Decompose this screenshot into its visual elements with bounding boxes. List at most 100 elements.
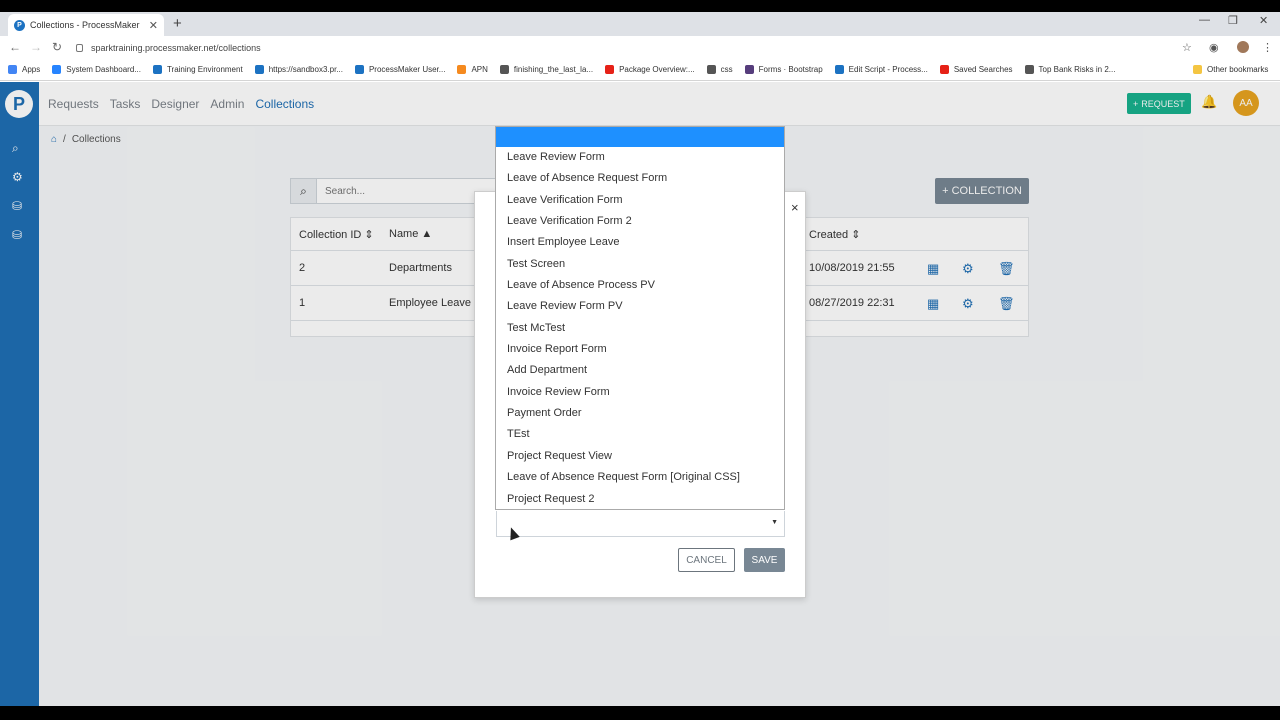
column-header-name[interactable]: Name ▲	[389, 228, 432, 240]
nav-admin[interactable]: Admin	[210, 97, 244, 111]
nav-collections[interactable]: Collections	[255, 97, 314, 111]
cancel-button[interactable]: CANCEL	[678, 548, 735, 572]
bookmark-item[interactable]: Saved Searches	[939, 65, 1013, 74]
close-tab-icon[interactable]: ✕	[149, 19, 158, 32]
bookmark-label: finishing_the_last_la...	[513, 65, 594, 74]
dropdown-option[interactable]: Test McTest	[496, 318, 784, 339]
bookmark-label: Forms · Bootstrap	[758, 65, 823, 74]
forward-icon[interactable]: →	[30, 40, 42, 54]
nav-requests[interactable]: Requests	[48, 97, 99, 111]
cell-id: 1	[299, 297, 306, 309]
search-input[interactable]	[317, 185, 487, 197]
trash-icon[interactable]: 🗑	[998, 296, 1015, 312]
other-bookmarks[interactable]: Other bookmarks	[1193, 65, 1268, 74]
minimize-icon[interactable]: —	[1199, 14, 1210, 26]
profile-icon[interactable]	[1237, 41, 1249, 53]
bookmark-favicon-icon	[254, 65, 264, 74]
tab-title: Collections - ProcessMaker	[30, 20, 140, 30]
bookmark-favicon-icon	[706, 65, 716, 74]
other-bookmarks-label: Other bookmarks	[1207, 65, 1269, 74]
view-records-icon[interactable]: ▦	[927, 296, 939, 312]
close-icon[interactable]: ×	[791, 200, 799, 215]
bookmark-item[interactable]: Top Bank Risks in 2...	[1024, 65, 1115, 74]
tab-strip: P Collections - ProcessMaker ✕ + — ❐ ✕	[0, 12, 1280, 36]
save-button[interactable]: SAVE	[744, 548, 785, 572]
bookmark-label: System Dashboard...	[66, 65, 141, 74]
bookmark-item[interactable]: https://sandbox3.pr...	[254, 65, 343, 74]
bookmark-label: Training Environment	[166, 65, 243, 74]
cell-created: 10/08/2019 21:55	[809, 262, 895, 274]
gear-icon[interactable]: ⚙	[962, 296, 974, 312]
folder-icon	[1193, 65, 1202, 74]
trash-icon[interactable]: 🗑	[998, 261, 1015, 277]
column-header-created[interactable]: Created ⇕	[809, 228, 860, 241]
extension-icon[interactable]: ◉	[1209, 41, 1219, 54]
bookmark-favicon-icon	[744, 65, 754, 74]
dropdown-option[interactable]: Payment Order	[496, 403, 784, 424]
dropdown-option[interactable]: Test Screen	[496, 254, 784, 275]
avatar[interactable]: AA	[1233, 90, 1259, 116]
browser-tab[interactable]: P Collections - ProcessMaker ✕	[8, 14, 164, 36]
home-icon[interactable]: ⌂	[51, 134, 57, 145]
dropdown-option[interactable]: Invoice Report Form	[496, 339, 784, 360]
dropdown-option[interactable]: Project Request View	[496, 446, 784, 467]
search-box: ⌕	[290, 178, 500, 204]
select-dropdown-list: Leave Review Form Leave of Absence Reques…	[495, 126, 785, 510]
bookmark-item[interactable]: Forms · Bootstrap	[744, 65, 823, 74]
database-icon[interactable]: ⛁	[12, 199, 22, 213]
nav-tasks[interactable]: Tasks	[110, 97, 141, 111]
gear-icon[interactable]: ⚙	[962, 261, 974, 277]
address-bar[interactable]: sparktraining.processmaker.net/collectio…	[76, 37, 1200, 58]
add-collection-button[interactable]: + COLLECTION	[935, 178, 1029, 204]
bookmark-item[interactable]: finishing_the_last_la...	[499, 65, 594, 74]
dropdown-option[interactable]: Project Request 2	[496, 489, 784, 510]
notifications-bell-icon[interactable]: 🔔	[1201, 94, 1217, 110]
gear-icon[interactable]: ⚙	[12, 170, 23, 184]
database-icon[interactable]: ⛁	[12, 228, 22, 242]
chevron-down-icon: ▼	[771, 519, 778, 526]
new-tab-icon[interactable]: +	[173, 15, 182, 32]
back-icon[interactable]: ←	[9, 40, 21, 54]
dropdown-option[interactable]: Add Department	[496, 360, 784, 381]
screen-select[interactable]: ▼	[496, 511, 785, 537]
column-header-id[interactable]: Collection ID ⇕	[299, 228, 374, 241]
dropdown-option[interactable]: Leave Verification Form 2	[496, 211, 784, 232]
dropdown-option[interactable]: Leave Verification Form	[496, 190, 784, 211]
sort-asc-icon: ▲	[421, 228, 433, 240]
bookmark-item[interactable]: ProcessMaker User...	[354, 65, 445, 74]
bookmark-favicon-icon	[457, 65, 467, 74]
restore-icon[interactable]: ❐	[1228, 14, 1238, 27]
dropdown-option[interactable]: Leave Review Form PV	[496, 296, 784, 317]
highlighted-option[interactable]	[496, 127, 784, 147]
dropdown-option[interactable]: Leave of Absence Process PV	[496, 275, 784, 296]
plus-icon: +	[1133, 98, 1139, 109]
breadcrumb-current: Collections	[71, 134, 121, 145]
nav-designer[interactable]: Designer	[151, 97, 199, 111]
bookmark-item[interactable]: Package Overview:...	[605, 65, 695, 74]
dropdown-option[interactable]: Insert Employee Leave	[496, 232, 784, 253]
bookmark-label: Package Overview:...	[619, 65, 695, 74]
search-icon[interactable]: ⌕	[12, 141, 19, 156]
url-text: sparktraining.processmaker.net/collectio…	[91, 42, 261, 53]
processmaker-logo-icon[interactable]: P	[5, 90, 33, 118]
bookmark-item[interactable]: css	[706, 65, 733, 74]
bookmark-favicon-icon	[499, 65, 509, 74]
breadcrumb-separator: /	[63, 134, 66, 145]
bookmark-label: css	[720, 65, 733, 74]
dropdown-option[interactable]: Leave of Absence Request Form	[496, 168, 784, 189]
bookmark-star-icon[interactable]: ☆	[1182, 41, 1192, 54]
menu-dots-icon[interactable]: ⋮	[1262, 41, 1273, 54]
bookmark-item[interactable]: Edit Script - Process...	[834, 65, 928, 74]
dropdown-option[interactable]: Leave Review Form	[496, 147, 784, 168]
new-request-button[interactable]: + REQUEST	[1127, 93, 1191, 114]
reload-icon[interactable]: ↻	[52, 40, 62, 54]
bookmark-item[interactable]: Apps	[8, 65, 40, 74]
dropdown-option[interactable]: Leave of Absence Request Form [Original …	[496, 467, 784, 488]
dropdown-option[interactable]: TEst	[496, 424, 784, 445]
bookmark-item[interactable]: APN	[457, 65, 488, 74]
bookmark-item[interactable]: System Dashboard...	[52, 65, 141, 74]
bookmark-item[interactable]: Training Environment	[152, 65, 243, 74]
view-records-icon[interactable]: ▦	[927, 261, 939, 277]
close-window-icon[interactable]: ✕	[1259, 14, 1268, 27]
dropdown-option[interactable]: Invoice Review Form	[496, 382, 784, 403]
